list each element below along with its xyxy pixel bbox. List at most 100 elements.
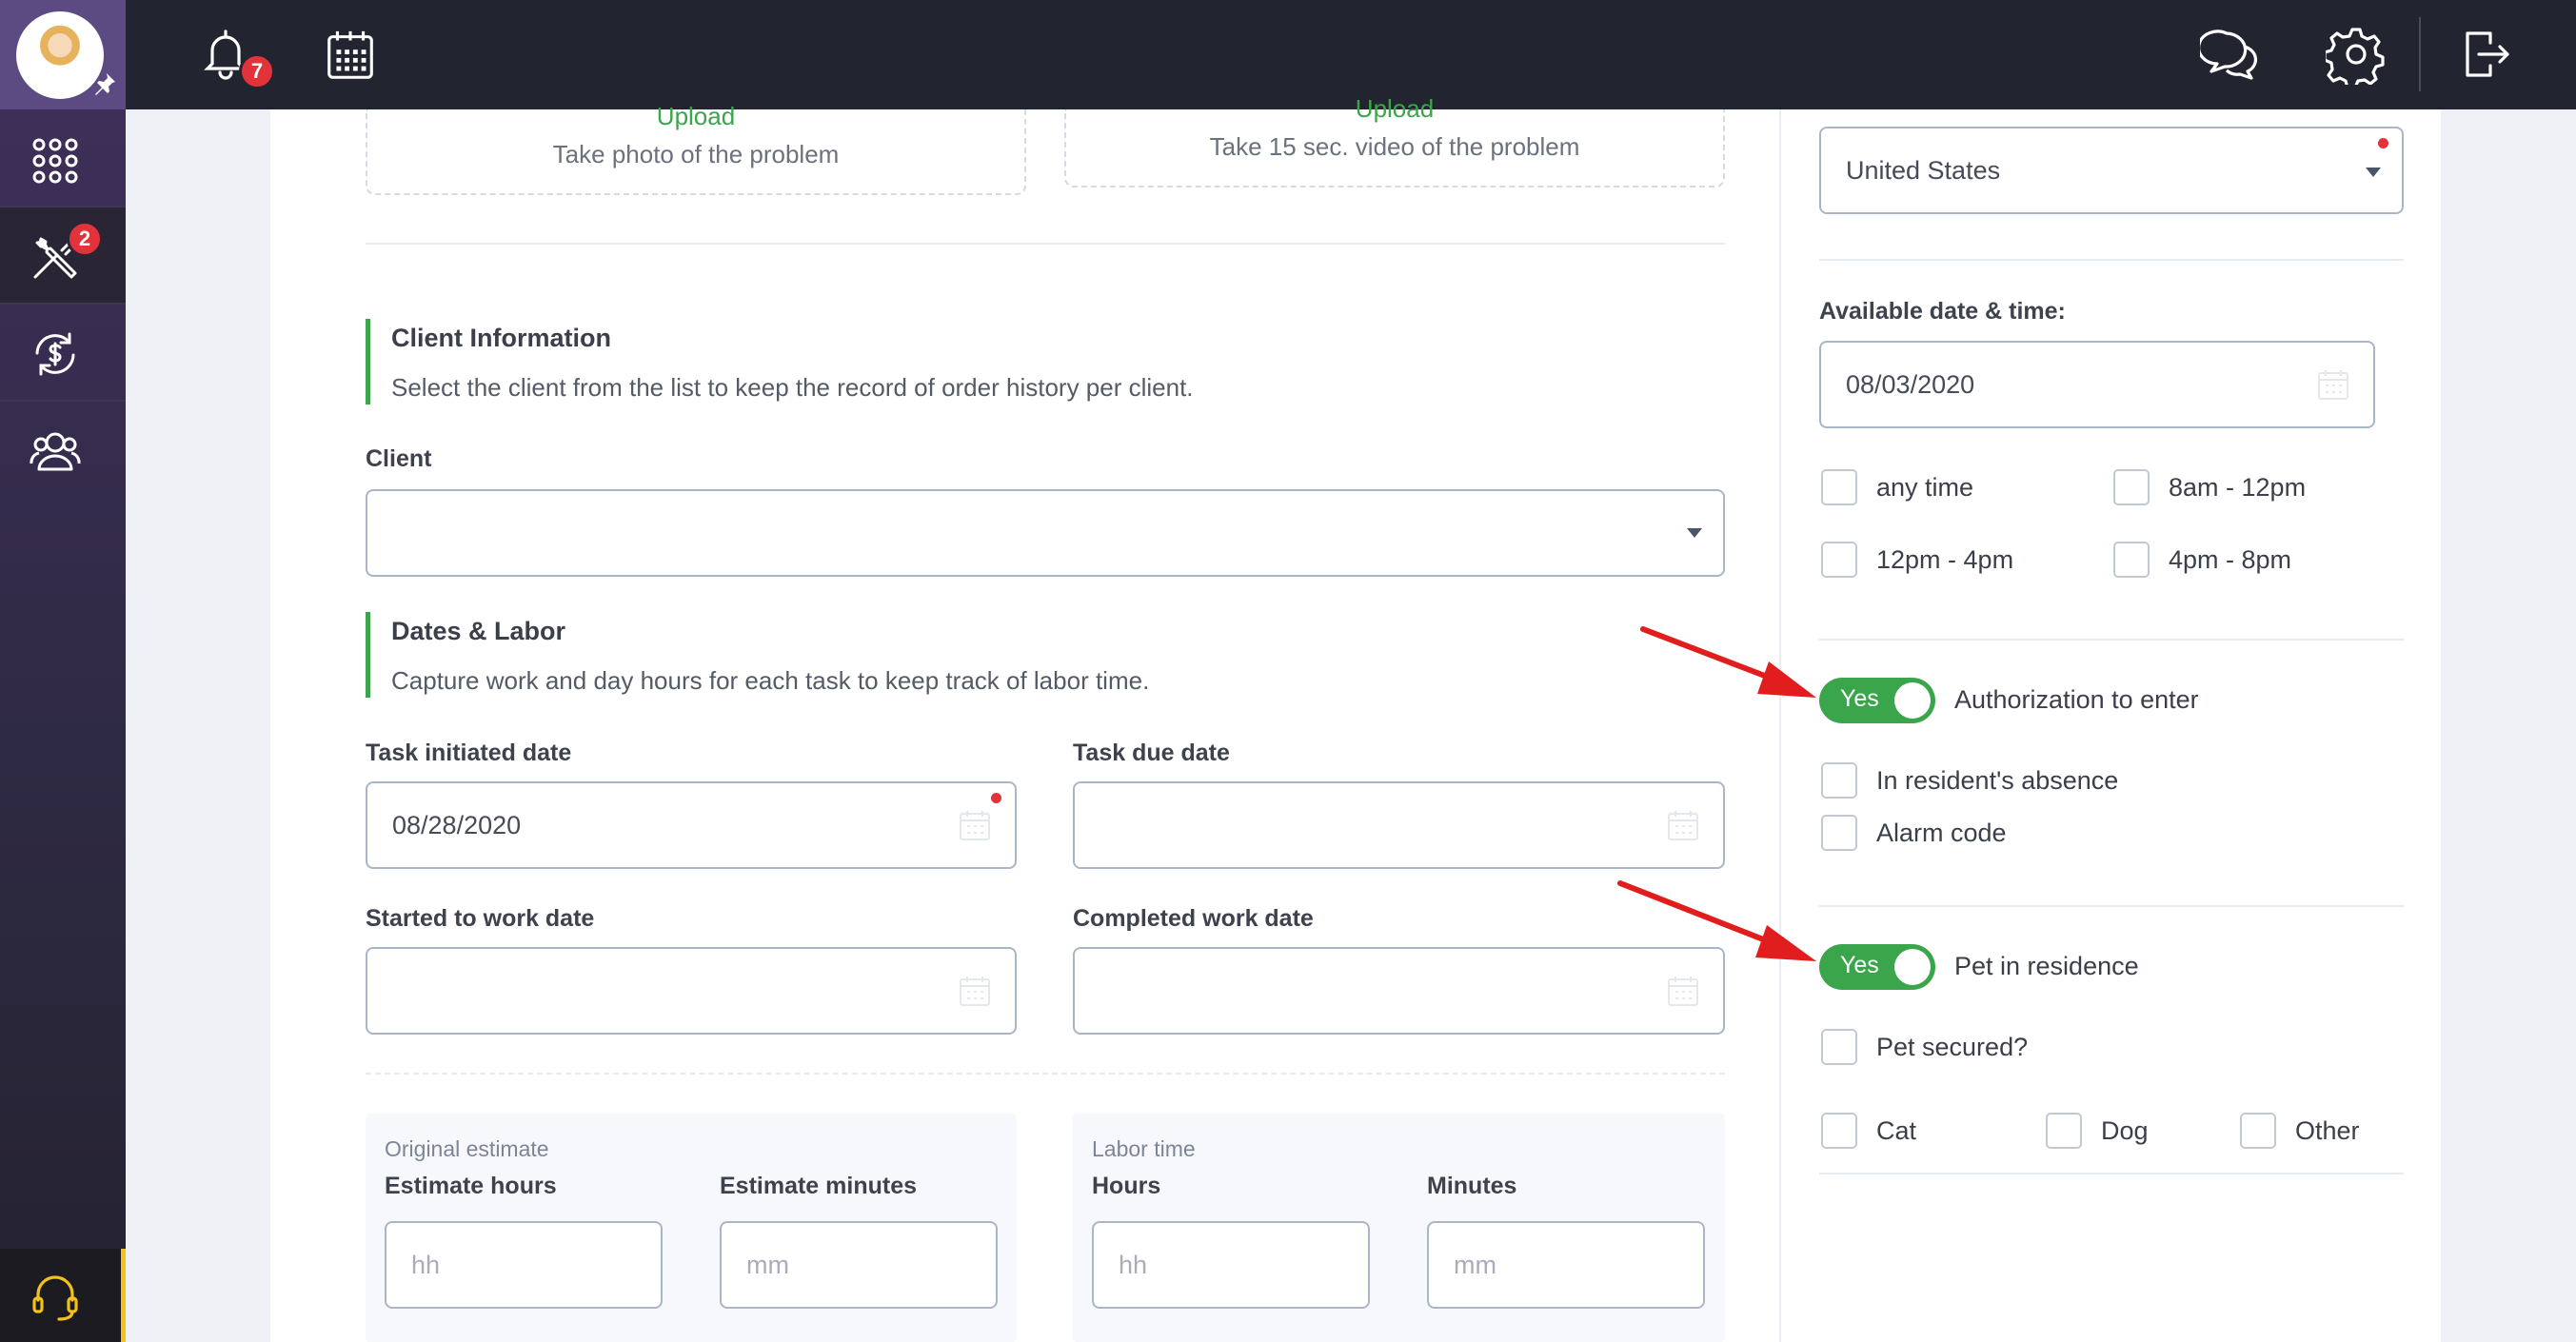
photo-upload-box[interactable]: Upload Take photo of the problem	[366, 102, 1026, 195]
time-slot-label: 12pm - 4pm	[1876, 544, 2014, 574]
divider	[366, 243, 1725, 245]
pet-in-residence-toggle[interactable]: Yes	[1819, 944, 1935, 990]
chevron-down-icon	[1687, 528, 1702, 538]
country-select[interactable]: United States	[1819, 127, 2404, 214]
calendar-icon[interactable]	[958, 974, 992, 1008]
checkbox[interactable]	[1821, 762, 1857, 799]
toggle-knob	[1894, 682, 1931, 719]
checkbox[interactable]	[2046, 1113, 2082, 1149]
video-upload-description: Take 15 sec. video of the problem	[1209, 132, 1580, 161]
pet-type-other[interactable]: Other	[2240, 1113, 2360, 1149]
work-order-form: Upload Take photo of the problem Upload …	[270, 94, 1779, 1342]
checkbox[interactable]	[1821, 542, 1857, 578]
country-value: United States	[1846, 155, 2001, 185]
sidebar-item-payments[interactable]	[0, 305, 126, 400]
calendar-grid-icon[interactable]	[321, 26, 380, 85]
divider	[1819, 259, 2404, 261]
video-upload-link[interactable]: Upload	[1066, 94, 1723, 124]
checkbox[interactable]	[1821, 1029, 1857, 1065]
original-estimate-label: Original estimate	[385, 1136, 549, 1161]
divider	[366, 1073, 1725, 1075]
task-initiated-label: Task initiated date	[366, 740, 572, 766]
pet-type-cat[interactable]: Cat	[1821, 1113, 1916, 1149]
pet-type-label: Other	[2295, 1115, 2360, 1145]
labor-minutes-label: Minutes	[1427, 1173, 1517, 1199]
sidebar-item-dashboard[interactable]	[0, 111, 126, 207]
time-slot-8am-12pm[interactable]: 8am - 12pm	[2113, 469, 2306, 505]
pet-secured-option[interactable]: Pet secured?	[1821, 1029, 2028, 1065]
top-bar: 7	[0, 0, 2576, 109]
time-slot-12pm-4pm[interactable]: 12pm - 4pm	[1821, 542, 2013, 578]
estimate-minutes-input[interactable]: mm	[720, 1221, 998, 1309]
notifications-count-badge: 7	[239, 53, 275, 89]
labor-minutes-input[interactable]: mm	[1427, 1221, 1705, 1309]
authorization-label: Authorization to enter	[1954, 685, 2199, 714]
sidebar: 2	[0, 0, 126, 1342]
residents-absence-option[interactable]: In resident's absence	[1821, 762, 2118, 799]
checkbox[interactable]	[2240, 1113, 2276, 1149]
profile-area[interactable]	[0, 0, 126, 109]
authorization-toggle[interactable]: Yes	[1819, 678, 1935, 723]
client-select[interactable]	[366, 489, 1725, 577]
client-label: Client	[366, 445, 432, 472]
sidebar-item-tools[interactable]	[0, 207, 126, 303]
topbar-divider	[2419, 17, 2421, 91]
toggle-text: Yes	[1840, 685, 1879, 712]
labor-minutes-placeholder: mm	[1454, 1250, 1496, 1279]
time-slot-4pm-8pm[interactable]: 4pm - 8pm	[2113, 542, 2291, 578]
divider	[1819, 1173, 2404, 1174]
available-date-label: Available date & time:	[1819, 298, 2066, 325]
required-indicator	[991, 793, 1001, 803]
task-initiated-value: 08/28/2020	[392, 810, 522, 839]
chat-bubbles-icon[interactable]	[2197, 24, 2261, 85]
calendar-icon[interactable]	[1666, 808, 1700, 842]
support-headset-button[interactable]	[0, 1249, 126, 1342]
sidebar-item-team[interactable]	[0, 402, 126, 497]
labor-hours-label: Hours	[1092, 1173, 1161, 1199]
estimate-hours-input[interactable]: hh	[385, 1221, 663, 1309]
time-slot-label: 8am - 12pm	[2169, 472, 2307, 502]
alarm-code-option[interactable]: Alarm code	[1821, 815, 2007, 851]
pin-icon[interactable]	[91, 70, 118, 97]
task-due-date-input[interactable]	[1073, 781, 1725, 869]
started-work-date-input[interactable]	[366, 947, 1017, 1035]
divider	[1819, 905, 2404, 907]
time-slot-any-time[interactable]: any time	[1821, 469, 1973, 505]
labor-hours-input[interactable]: hh	[1092, 1221, 1370, 1309]
calendar-icon[interactable]	[1666, 974, 1700, 1008]
settings-gear-icon[interactable]	[2323, 24, 2387, 89]
pet-type-label: Cat	[1876, 1115, 1917, 1145]
pet-type-dog[interactable]: Dog	[2046, 1113, 2149, 1149]
estimate-minutes-placeholder: mm	[746, 1250, 789, 1279]
chevron-down-icon	[2366, 168, 2381, 177]
pet-in-residence-label: Pet in residence	[1954, 952, 2139, 980]
client-info-description: Select the client from the list to keep …	[391, 373, 1194, 402]
time-slot-label: any time	[1876, 472, 1974, 502]
required-indicator	[2378, 138, 2388, 148]
time-slot-label: 4pm - 8pm	[2169, 544, 2292, 574]
client-info-section: Client Information Select the client fro…	[366, 319, 1698, 405]
task-initiated-date-input[interactable]: 08/28/2020	[366, 781, 1017, 869]
labor-time-label: Labor time	[1092, 1136, 1196, 1161]
estimate-hours-placeholder: hh	[411, 1250, 441, 1279]
checkbox[interactable]	[2113, 469, 2150, 505]
tools-count-badge: 2	[67, 221, 103, 257]
option-label: Alarm code	[1876, 818, 2007, 847]
annotation-arrow-icon	[1639, 623, 1820, 704]
labor-time-panel: Labor time Hours Minutes hh mm	[1073, 1114, 1725, 1342]
dates-labor-title: Dates & Labor	[391, 617, 566, 645]
checkbox[interactable]	[2113, 542, 2150, 578]
toggle-text: Yes	[1840, 952, 1879, 978]
logout-icon[interactable]	[2454, 24, 2515, 85]
service-details-panel: United States Available date & time: 08/…	[1779, 109, 2441, 1342]
checkbox[interactable]	[1821, 469, 1857, 505]
available-date-value: 08/03/2020	[1846, 369, 1975, 399]
dates-labor-section: Dates & Labor Capture work and day hours…	[366, 612, 1698, 698]
calendar-icon[interactable]	[958, 808, 992, 842]
checkbox[interactable]	[1821, 1113, 1857, 1149]
available-date-input[interactable]: 08/03/2020	[1819, 341, 2375, 428]
checkbox[interactable]	[1821, 815, 1857, 851]
calendar-icon[interactable]	[2316, 367, 2350, 402]
photo-upload-link[interactable]: Upload	[367, 102, 1024, 131]
video-upload-box[interactable]: Upload Take 15 sec. video of the problem	[1064, 94, 1725, 187]
